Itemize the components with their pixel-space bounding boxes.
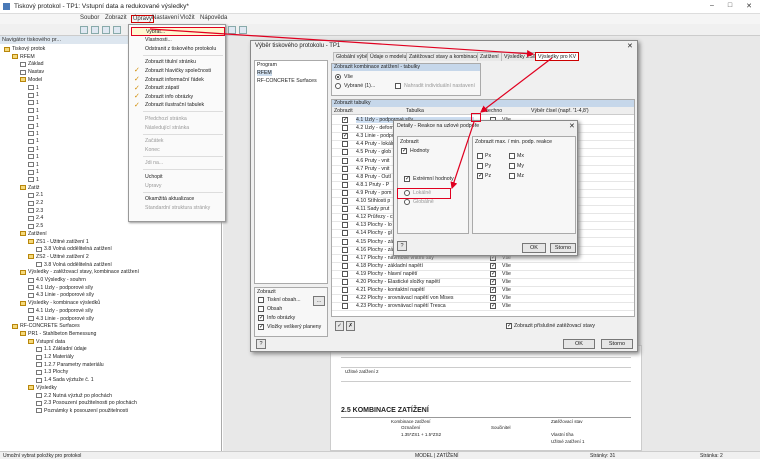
annotation-arrows	[149, 28, 553, 190]
status-pages: Stránky: 31	[590, 453, 616, 459]
status-page: Stránka: 2	[700, 453, 723, 459]
status-center: MODEL | ZATÍŽENÍ	[415, 453, 459, 459]
status-bar: Umožní vybrat položky pro protokol MODEL…	[0, 451, 760, 459]
status-left: Umožní vybrat položky pro protokol	[3, 453, 82, 459]
